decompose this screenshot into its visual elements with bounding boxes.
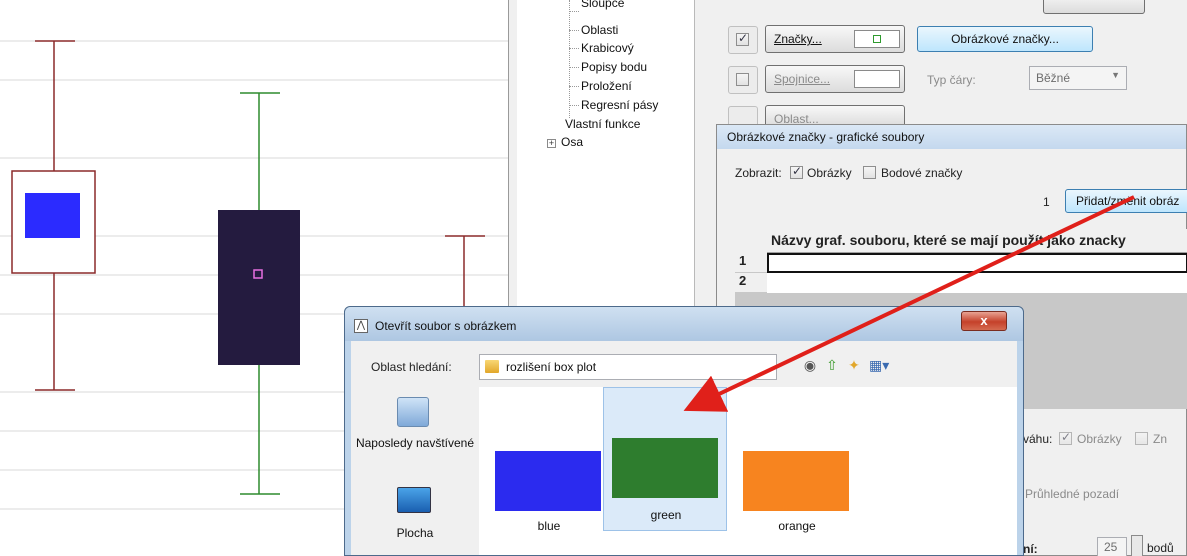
- lines-swatch: [854, 70, 900, 88]
- app-icon: ⋀: [354, 319, 368, 333]
- tree-item-osa[interactable]: Osa: [561, 135, 583, 149]
- look-in-combo[interactable]: rozlišení box plot: [479, 354, 777, 380]
- marks-swatch: [854, 30, 900, 48]
- weight-pictures-label: Obrázky: [1077, 432, 1122, 446]
- grid-corner: [735, 229, 767, 253]
- place-desktop-label: Plocha: [396, 526, 434, 540]
- tree-connector: [569, 30, 579, 31]
- file-name: orange: [778, 519, 816, 533]
- show-pictures-label: Obrázky: [807, 166, 852, 180]
- places-bar: Naposledy navštívené Plocha: [351, 387, 479, 555]
- place-recent-label: Naposledy navštívené: [355, 436, 475, 450]
- tree-item-krabicovy[interactable]: Krabicový: [581, 41, 634, 55]
- size-spinner[interactable]: [1131, 535, 1143, 556]
- graphic-files-dialog-title: Obrázkové značky - grafické soubory: [717, 125, 1186, 149]
- file-list: blue green orange: [479, 387, 1017, 555]
- back-icon[interactable]: ◉: [801, 356, 819, 374]
- tree-item-regresni-pasy[interactable]: Regresní pásy: [581, 98, 658, 112]
- tree-connector: [569, 0, 570, 118]
- show-pictures-checkbox[interactable]: [790, 164, 803, 179]
- marks-button-label: Značky...: [774, 32, 822, 46]
- open-dialog-titlebar: ⋀ Otevřít soubor s obrázkem x: [345, 307, 1023, 341]
- weight-label: váhu:: [1023, 432, 1053, 446]
- file-thumbnail: [743, 451, 849, 511]
- marks-checkbox[interactable]: [736, 31, 749, 46]
- open-dialog-body: Oblast hledání: rozlišení box plot ◉ ⇧ ✦…: [351, 341, 1017, 555]
- open-dialog-title: Otevřít soubor s obrázkem: [375, 319, 517, 333]
- file-counter: 1: [1043, 195, 1050, 209]
- line-type-combo[interactable]: Běžné ▼: [1029, 66, 1127, 90]
- picture-marks-button[interactable]: Obrázkové značky...: [917, 26, 1093, 52]
- lines-button[interactable]: Spojnice...: [765, 65, 905, 93]
- box-left-marker: [25, 193, 80, 238]
- tree-item-prolozeni[interactable]: Proložení: [581, 79, 632, 93]
- marks-swatch-icon: [873, 35, 881, 43]
- tree-connector: [569, 48, 579, 49]
- weight-other-checkbox[interactable]: [1135, 432, 1148, 445]
- show-label: Zobrazit:: [735, 166, 782, 180]
- chevron-down-icon: ▼: [1111, 70, 1120, 80]
- up-folder-icon[interactable]: ⇧: [823, 356, 841, 374]
- line-type-label: Typ čáry:: [927, 73, 976, 87]
- top-partial-button[interactable]: [1043, 0, 1145, 14]
- box-right: [445, 235, 485, 310]
- tree-item-popisy-bodu[interactable]: Popisy bodu: [581, 60, 647, 74]
- weight-other-label: Zn: [1153, 432, 1168, 446]
- tree-connector: [569, 86, 579, 87]
- tree-connector: [569, 105, 579, 106]
- file-item-green[interactable]: green: [603, 387, 727, 531]
- tree-item-sloupce[interactable]: Sloupce: [581, 0, 624, 10]
- file-item-orange[interactable]: orange: [735, 441, 859, 551]
- tree-connector: [569, 67, 579, 68]
- tree-expand-icon[interactable]: +: [547, 139, 556, 148]
- box-mid-body: [218, 210, 300, 365]
- new-folder-icon[interactable]: ✦: [845, 356, 863, 374]
- size-unit: bodů: [1147, 541, 1174, 555]
- file-item-blue[interactable]: blue: [487, 441, 611, 551]
- size-input[interactable]: 25: [1097, 537, 1127, 556]
- transparent-bg-label: Průhledné pozadí: [1025, 487, 1120, 501]
- file-thumbnail: [495, 451, 601, 511]
- grid-cell-row1[interactable]: [767, 253, 1187, 273]
- lines-button-label: Spojnice...: [774, 72, 831, 86]
- tree-connector: [569, 11, 579, 12]
- open-picture-dialog: ⋀ Otevřít soubor s obrázkem x Oblast hle…: [344, 306, 1024, 556]
- look-in-value: rozlišení box plot: [506, 360, 597, 374]
- add-change-picture-button[interactable]: Přidat/změnit obráz: [1065, 189, 1187, 213]
- show-point-marks-checkbox[interactable]: [863, 166, 876, 179]
- tree-item-oblasti[interactable]: Oblasti: [581, 23, 618, 37]
- file-thumbnail: [612, 438, 718, 498]
- show-point-marks-label: Bodové značky: [881, 166, 963, 180]
- box-left: [11, 40, 96, 391]
- file-name: green: [650, 508, 682, 522]
- size-label: ní:: [1023, 542, 1038, 556]
- look-in-label: Oblast hledání:: [371, 360, 452, 374]
- grid-row-number: 1: [735, 253, 767, 273]
- weight-pictures-checkbox[interactable]: [1059, 430, 1072, 445]
- close-button[interactable]: x: [961, 311, 1007, 331]
- tree-item-vlastni-funkce[interactable]: Vlastní funkce: [565, 117, 640, 131]
- line-type-value: Běžné: [1036, 71, 1071, 85]
- grid-header: Názvy graf. souboru, které se mají použí…: [767, 229, 1187, 253]
- file-name: blue: [537, 519, 561, 533]
- folder-icon: [485, 360, 499, 373]
- grid-row-number: 2: [735, 273, 767, 293]
- desktop-icon: [397, 487, 431, 513]
- box-middle: [218, 92, 300, 495]
- recent-places-icon: [397, 397, 429, 427]
- grid-cell-row2[interactable]: [767, 273, 1187, 293]
- lines-checkbox[interactable]: [736, 73, 749, 86]
- marks-button[interactable]: Značky...: [765, 25, 905, 53]
- view-menu-icon[interactable]: ▦▾: [869, 356, 889, 374]
